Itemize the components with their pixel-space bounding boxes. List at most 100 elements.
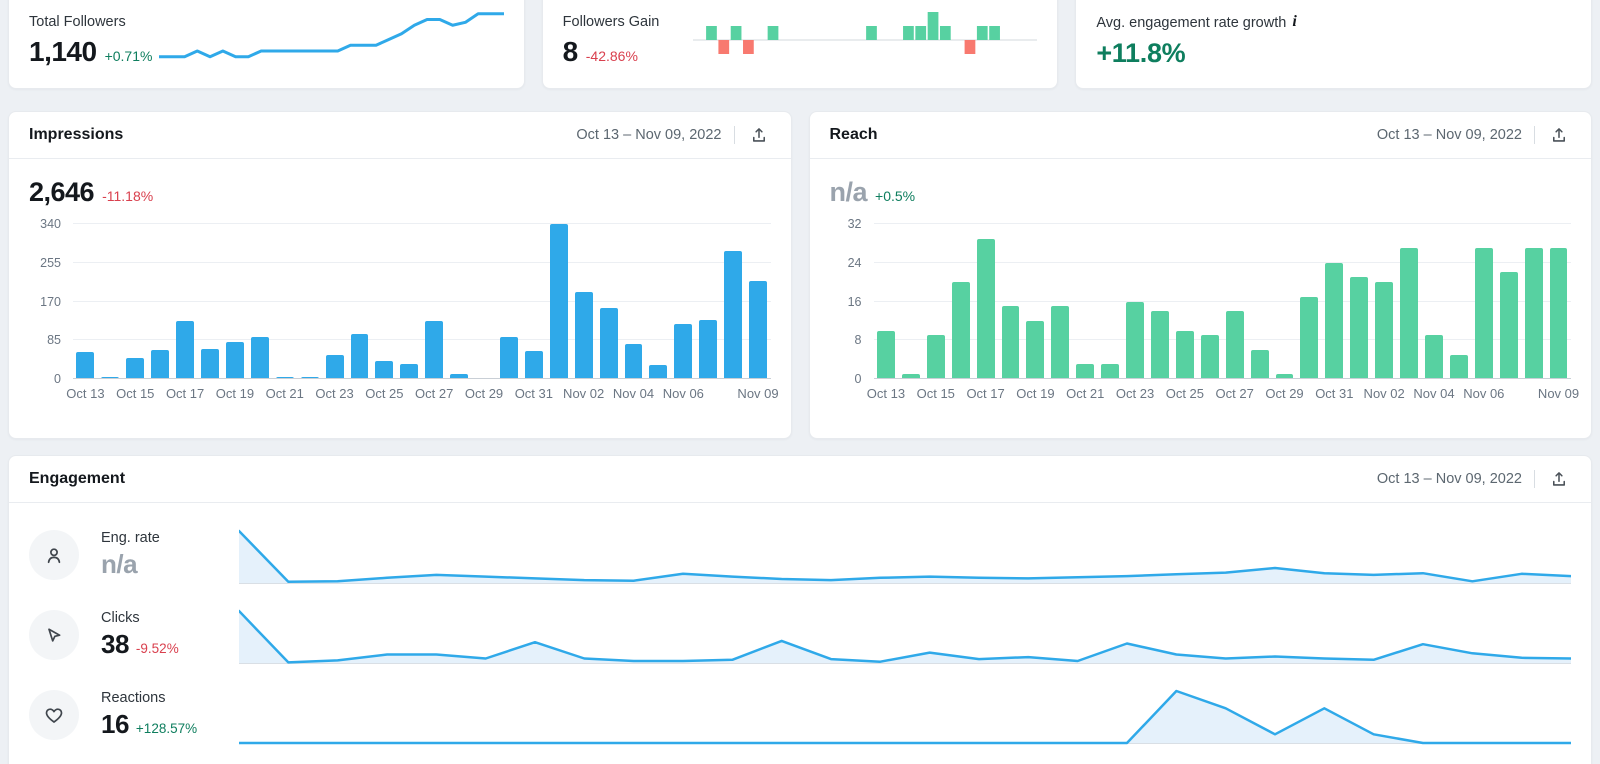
bar xyxy=(524,350,543,379)
gridline xyxy=(73,261,771,263)
reactions-value: 16 xyxy=(101,709,129,739)
x-axis-tick: Oct 29 xyxy=(1265,386,1304,401)
x-axis-tick: Oct 21 xyxy=(265,386,304,401)
divider xyxy=(1534,126,1535,144)
gridline xyxy=(73,378,771,379)
x-axis-tick: Nov 02 xyxy=(1363,386,1405,401)
x-axis-tick: Oct 17 xyxy=(966,386,1005,401)
info-icon[interactable]: i xyxy=(1292,13,1296,31)
eng-rate-value: n/a xyxy=(101,549,138,579)
clicks-area-chart xyxy=(239,604,1571,666)
y-axis-tick: 24 xyxy=(847,255,862,270)
x-axis-tick: Oct 31 xyxy=(1315,386,1354,401)
x-axis-tick: Nov 09 xyxy=(1537,386,1580,401)
bar xyxy=(225,342,244,379)
followers-gain-minibars xyxy=(693,6,1038,74)
date-range-label: Oct 13 – Nov 09, 2022 xyxy=(1376,127,1522,143)
gridline xyxy=(73,223,771,224)
reach-total: n/a xyxy=(829,177,868,207)
eng-rate-label: Eng. rate xyxy=(101,530,160,546)
bar xyxy=(350,334,369,379)
bar xyxy=(425,321,444,379)
impressions-title: Impressions xyxy=(29,126,124,143)
impressions-delta: -11.18% xyxy=(102,188,154,204)
bar xyxy=(375,360,394,379)
avg-engagement-label: Avg. engagement rate growth i xyxy=(1096,13,1297,31)
engagement-panel: Engagement Oct 13 – Nov 09, 2022 Eng. ra… xyxy=(8,455,1592,764)
bar xyxy=(951,282,970,379)
x-axis-tick: Oct 27 xyxy=(1215,386,1254,401)
engagement-title: Engagement xyxy=(29,470,126,487)
date-range-label: Oct 13 – Nov 09, 2022 xyxy=(576,127,722,143)
bar xyxy=(1474,248,1493,379)
bar xyxy=(724,250,743,379)
export-button[interactable] xyxy=(1547,467,1571,491)
followers-gain-value: 8 xyxy=(562,36,579,67)
bar xyxy=(1051,306,1070,379)
x-axis-tick: Oct 19 xyxy=(215,386,255,401)
gridline xyxy=(873,378,1571,379)
x-axis-tick: Oct 27 xyxy=(415,386,454,401)
reach-bar-chart: 0 8 16 24 32 Oct 13 Oct 15 Oct 17 Oct 19 Oct 21 O… xyxy=(830,217,1580,412)
bar xyxy=(151,350,170,379)
date-range-label: Oct 13 – Nov 09, 2022 xyxy=(1376,471,1522,487)
bar xyxy=(1175,330,1194,379)
export-icon xyxy=(752,128,765,142)
total-followers-value: 1,140 xyxy=(29,36,97,67)
followers-gain-card: Followers Gain 8 -42.86% xyxy=(541,0,1059,89)
summary-row: Total Followers 1,140 +0.71% Followers G… xyxy=(0,0,1600,89)
export-button[interactable] xyxy=(1547,123,1571,147)
impressions-bar-chart: 0 85 170 255 340 Oct 13 Oct 15 Oct 17 Oct 19 Oct… xyxy=(29,217,778,412)
export-icon xyxy=(1553,128,1565,142)
bar xyxy=(749,281,767,379)
export-button[interactable] xyxy=(747,123,771,147)
bar xyxy=(1225,311,1244,379)
x-axis-tick: Nov 04 xyxy=(612,386,655,401)
divider xyxy=(1534,470,1535,488)
y-axis-tick: 170 xyxy=(40,294,61,309)
bar xyxy=(1076,364,1095,379)
y-axis-tick: 0 xyxy=(54,372,61,386)
export-icon xyxy=(1553,472,1565,486)
user-icon xyxy=(29,530,79,580)
x-axis-tick: Nov 04 xyxy=(1413,386,1455,401)
avg-engagement-value: +11.8% xyxy=(1096,38,1186,68)
bar xyxy=(176,321,195,379)
x-axis-tick: Nov 09 xyxy=(737,386,779,401)
bar xyxy=(1425,335,1443,379)
x-axis-tick: Oct 31 xyxy=(514,386,553,401)
y-axis-tick: 0 xyxy=(854,372,862,386)
reactions-delta: +128.57% xyxy=(135,721,198,736)
reach-title: Reach xyxy=(829,126,878,143)
y-axis-tick: 255 xyxy=(40,255,61,270)
impressions-total: 2,646 xyxy=(29,177,95,207)
x-axis-tick: Nov 06 xyxy=(1463,386,1505,401)
cursor-icon xyxy=(29,610,79,660)
bar xyxy=(250,336,269,379)
x-axis-tick: Oct 15 xyxy=(116,386,155,401)
bar xyxy=(1151,311,1169,379)
y-axis-tick: 32 xyxy=(847,217,862,231)
bar xyxy=(574,291,593,379)
y-axis-tick: 340 xyxy=(40,217,61,231)
bar xyxy=(1449,354,1468,379)
bar xyxy=(1499,272,1518,379)
x-axis-tick: Oct 23 xyxy=(315,386,354,401)
bar xyxy=(599,307,618,379)
bar xyxy=(1524,248,1543,379)
gridline xyxy=(73,300,771,302)
bar xyxy=(1026,320,1045,379)
clicks-value: 38 xyxy=(101,629,129,659)
y-axis-tick: 85 xyxy=(47,333,61,348)
bar xyxy=(1126,301,1145,379)
bar xyxy=(1001,306,1020,379)
bar xyxy=(876,330,895,379)
engagement-row-eng-rate: Eng. rate n/a xyxy=(9,515,1591,595)
bar xyxy=(76,351,95,379)
x-axis-tick: Oct 17 xyxy=(165,386,205,401)
y-axis-tick: 8 xyxy=(854,333,862,348)
x-axis-tick: Oct 15 xyxy=(916,386,955,401)
total-followers-sparkline xyxy=(159,6,504,74)
x-axis-tick: Oct 23 xyxy=(1115,386,1155,401)
bar xyxy=(549,224,568,379)
